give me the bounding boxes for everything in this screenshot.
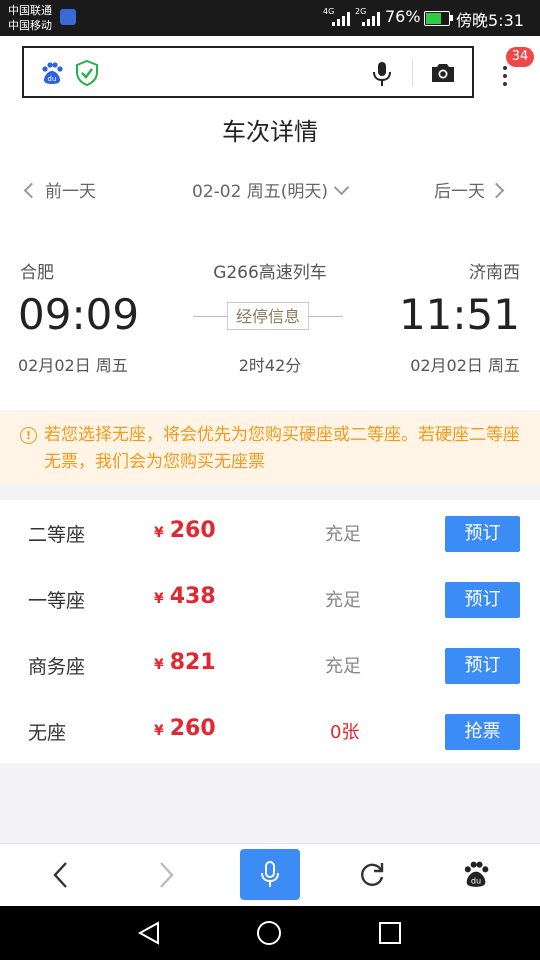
page-title: 车次详情 xyxy=(222,118,318,146)
carrier-label-2: 中国移动 xyxy=(8,19,52,32)
clock: 傍晚5:31 xyxy=(456,11,524,30)
refresh-icon[interactable] xyxy=(358,860,386,888)
seat-row: 商务座 ¥821 充足 预订 xyxy=(0,632,540,698)
departure-time: 09:09 xyxy=(18,290,140,339)
address-bar-divider xyxy=(412,60,413,86)
book-button[interactable]: 预订 xyxy=(445,648,520,684)
stops-info-button[interactable]: 经停信息 xyxy=(227,302,309,330)
seat-availability: 充足 xyxy=(325,590,361,611)
train-number: G266高速列车 xyxy=(213,263,327,283)
seat-row: 二等座 ¥260 充足 预订 xyxy=(0,500,540,566)
chevron-left-icon xyxy=(23,182,40,199)
chevron-right-icon xyxy=(488,182,505,199)
grab-ticket-button[interactable]: 抢票 xyxy=(445,714,520,750)
currency-symbol: ¥ xyxy=(154,525,164,541)
seat-price: ¥438 xyxy=(154,584,216,609)
arrival-date: 02月02日 周五 xyxy=(410,356,520,375)
more-vertical-icon[interactable] xyxy=(490,64,520,104)
signal-icon-1 xyxy=(332,10,354,26)
seat-type: 一等座 xyxy=(28,590,86,612)
book-button[interactable]: 预订 xyxy=(445,582,520,618)
price-value: 260 xyxy=(169,518,216,543)
shield-check-icon[interactable] xyxy=(74,59,100,87)
price-value: 438 xyxy=(169,584,216,609)
browser-toolbar: du 34 xyxy=(0,36,540,110)
battery-icon xyxy=(424,11,453,26)
seat-row: 无座 ¥260 0张 抢票 xyxy=(0,698,540,764)
chevron-down-icon xyxy=(333,179,350,196)
baidu-logo-icon: du xyxy=(42,62,63,84)
microphone-icon[interactable] xyxy=(372,61,392,87)
notice-text: 若您选择无座，将会优先为您购买硬座或二等座。若硬座二等座无票，我们会为您购买无座… xyxy=(44,425,520,472)
signal-icon-2 xyxy=(362,10,384,26)
next-day-label: 后一天 xyxy=(434,182,485,202)
baidu-paw-icon[interactable]: du xyxy=(462,860,490,888)
seat-list: 二等座 ¥260 充足 预订 一等座 ¥438 充足 预订 商务座 ¥821 充… xyxy=(0,500,540,763)
svg-text:du: du xyxy=(471,875,481,885)
system-navigation-bar xyxy=(0,906,540,960)
baidu-notification-icon xyxy=(60,9,76,25)
prev-day-label: 前一天 xyxy=(45,182,96,202)
arrival-time: 11:51 xyxy=(398,290,520,339)
nav-home-icon[interactable] xyxy=(256,920,282,946)
battery-percent: 76% xyxy=(385,7,421,26)
seat-price: ¥260 xyxy=(154,716,216,741)
book-button[interactable]: 预订 xyxy=(445,516,520,552)
nav-recents-icon[interactable] xyxy=(377,920,403,946)
voice-search-button[interactable] xyxy=(240,849,300,900)
forward-arrow-icon[interactable] xyxy=(155,860,177,890)
currency-symbol: ¥ xyxy=(154,723,164,739)
date-label: 02-02 周五(明天) xyxy=(192,182,329,202)
seat-type: 无座 xyxy=(28,722,67,744)
nav-back-icon[interactable] xyxy=(136,920,162,946)
seat-type: 商务座 xyxy=(28,656,86,678)
seat-availability: 充足 xyxy=(325,656,361,677)
back-arrow-icon[interactable] xyxy=(50,860,72,890)
address-bar[interactable]: du xyxy=(22,46,474,98)
seat-row: 一等座 ¥438 充足 预订 xyxy=(0,566,540,632)
carrier-label-1: 中国联通 xyxy=(8,4,52,17)
date-selector[interactable]: 02-02 周五(明天) xyxy=(192,177,350,202)
price-value: 260 xyxy=(169,716,216,741)
camera-icon[interactable] xyxy=(430,62,456,84)
battery-level-fill xyxy=(426,13,442,24)
seat-type: 二等座 xyxy=(28,524,86,546)
prev-day-button[interactable]: 前一天 xyxy=(23,177,96,202)
currency-symbol: ¥ xyxy=(154,591,164,607)
microphone-icon xyxy=(261,861,279,887)
seat-price: ¥260 xyxy=(154,518,216,543)
status-bar: 中国联通 中国移动 4G 2G 76% 傍晚5:31 xyxy=(0,0,540,36)
info-icon: ! xyxy=(20,427,37,444)
seat-availability: 0张 xyxy=(330,722,360,743)
currency-symbol: ¥ xyxy=(154,657,164,673)
next-day-button[interactable]: 后一天 xyxy=(434,177,505,202)
seat-price: ¥821 xyxy=(154,650,216,675)
seat-availability: 充足 xyxy=(325,524,361,545)
arrival-station: 济南西 xyxy=(469,263,520,283)
svg-text:du: du xyxy=(48,75,57,83)
price-value: 821 xyxy=(169,650,216,675)
tab-count-badge: 34 xyxy=(506,47,534,67)
